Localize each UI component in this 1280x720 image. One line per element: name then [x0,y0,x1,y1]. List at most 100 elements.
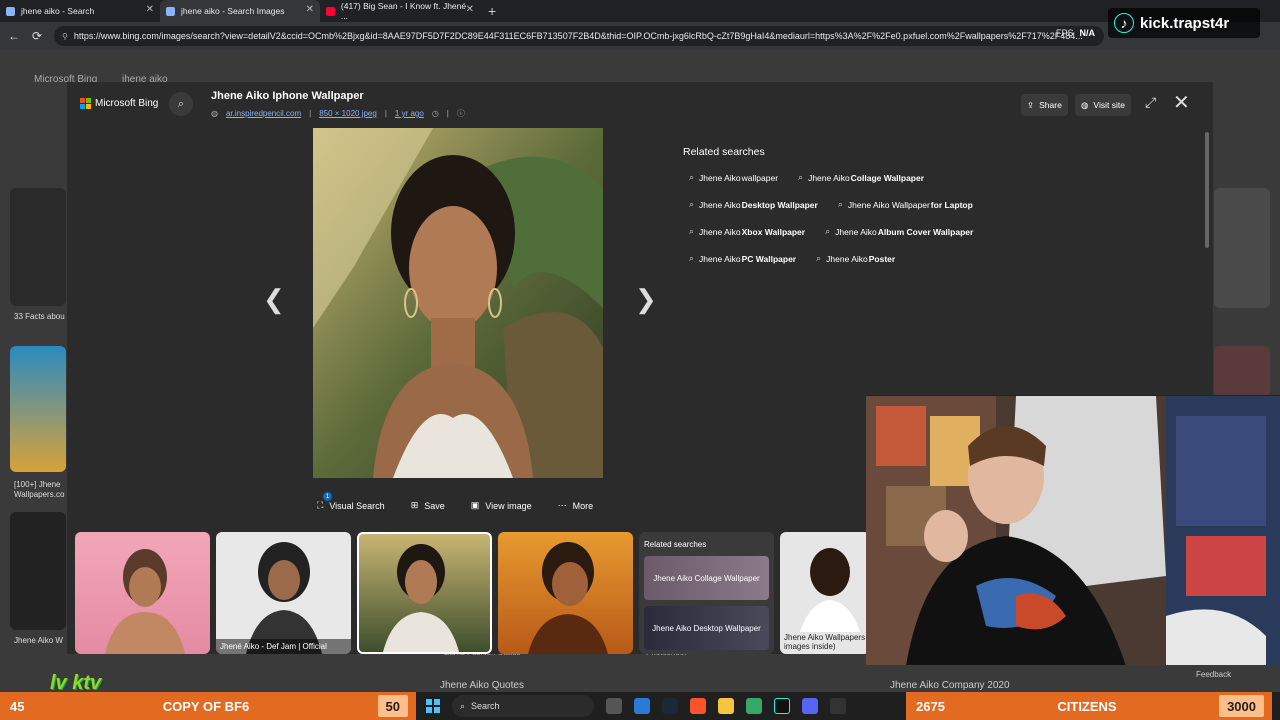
windows-start-icon[interactable] [426,699,440,713]
microsoft-logo-icon [80,98,91,109]
back-icon[interactable]: ← [5,27,23,45]
fps-value: N/A [1079,28,1096,38]
youtube-tab-icon [326,6,335,16]
image-dimensions[interactable]: 850 × 1020 jpeg [319,109,377,118]
info-icon[interactable]: ⓘ [457,108,465,119]
site-info-icon[interactable]: ⚲ [62,32,68,41]
share-label: Share [1039,100,1062,110]
obs-icon[interactable] [830,698,846,714]
more-button[interactable]: ⋯ More [558,500,594,511]
tiktok-icon[interactable] [774,698,790,714]
chip-text: wallpaper [741,172,779,183]
feedback-link[interactable]: Feedback [1196,670,1231,679]
tab-search[interactable]: jhene aiko - Search ✕ [0,0,160,22]
related-row: ⌕ Jhene Aiko wallpaper ⌕ Jhene Aiko Collag… [683,168,979,187]
scrollbar[interactable] [1205,132,1209,248]
expand-icon[interactable]: ⤢ [1145,94,1156,111]
search-icon: ⌕ [816,253,822,263]
goal-count: 2675 [916,698,945,714]
related-chip[interactable]: ⌕ Jhene Aiko Wallpaper for Laptop [831,195,979,214]
goal-count: 45 [10,698,25,714]
divider: | [384,109,387,118]
thumb-photo [383,544,459,652]
related-card-item[interactable]: Jhene Aiko Collage Wallpaper [644,556,769,600]
goal-target: 50 [377,695,408,717]
related-chip[interactable]: ⌕ Jhene Aiko Album Cover Wallpaper [819,222,980,241]
clock-icon: ◷ [431,109,439,118]
tab-youtube[interactable]: (417) Big Sean - I Know ft. Jhené ... ✕ [320,0,480,22]
related-chip[interactable]: ⌕ Jhene Aiko wallpaper [683,168,785,187]
brave-icon[interactable] [690,698,706,714]
taskbar-icons: ⌕ Search [426,694,846,718]
strip-thumb[interactable] [498,532,633,654]
visual-search-badge: 1 [323,492,332,501]
file-explorer-icon[interactable] [718,698,734,714]
related-searches-card: Related searches Jhene Aiko Collage Wall… [639,532,774,654]
related-chip[interactable]: ⌕ Jhene Aiko Desktop Wallpaper [683,195,824,214]
view-image-button[interactable]: ▣ View image [471,500,532,511]
search-icon: ⌕ [689,199,695,209]
taskbar-search[interactable]: ⌕ Search [452,695,594,717]
thumbnail-strip: Jhené Aiko - Def Jam | Official Related … [75,532,870,654]
url-field[interactable]: ⚲ https://www.bing.com/images/search?vie… [54,26,1104,46]
image-age[interactable]: 1 yr ago [395,109,424,118]
edge-icon[interactable] [746,698,762,714]
bg-caption: [100+] Jhene [14,480,61,489]
visual-search-label: Visual Search [329,500,385,511]
save-button[interactable]: ⊞ Save [411,500,445,511]
search-icon[interactable]: ⌕ [169,92,193,116]
related-chip[interactable]: ⌕ Jhene Aiko Xbox Wallpaper [683,222,812,241]
previous-arrow-icon[interactable]: ❮ [263,284,285,315]
related-chip[interactable]: ⌕ Jhene Aiko PC Wallpaper [683,249,803,268]
tab-images[interactable]: jhene aiko - Search Images ✕ [160,0,320,22]
view-image-label: View image [485,500,532,511]
strip-thumb[interactable] [75,532,210,654]
related-chip[interactable]: ⌕ Jhene Aiko Collage Wallpaper [792,168,931,187]
notepad-icon[interactable] [634,698,650,714]
bg-thumb [10,512,66,630]
strip-thumb[interactable]: Jhené Aiko - Def Jam | Official [216,532,351,654]
visit-site-button[interactable]: ◍ Visit site [1075,94,1131,116]
image-title[interactable]: Jhene Aiko Iphone Wallpaper [211,90,364,102]
webcam-feed [866,396,1280,665]
related-card-label: Jhene Aiko Desktop Wallpaper [652,623,761,633]
reload-icon[interactable]: ⟳ [28,27,46,45]
thumb-photo [528,542,608,654]
new-tab-icon[interactable]: + [488,3,496,19]
save-icon: ⊞ [410,500,419,510]
strip-thumb[interactable]: Jhene Aiko Wallpapers images inside) [780,532,870,654]
tab-title: jhene aiko - Search [21,6,95,16]
tab-title: jhene aiko - Search Images [181,6,285,16]
close-tab-icon[interactable]: ✕ [306,4,314,15]
bing-logo[interactable]: Microsoft Bing [80,98,158,109]
bing-tab-icon [6,6,15,16]
next-arrow-icon[interactable]: ❯ [635,284,657,315]
chip-text: Jhene Aiko Wallpaper [847,199,930,210]
related-row: ⌕ Jhene Aiko PC Wallpaper ⌕ Jhene Aiko Pos… [683,249,979,268]
task-view-icon[interactable] [606,698,622,714]
chip-bold: Xbox Wallpaper [741,226,806,237]
related-card-item[interactable]: Jhene Aiko Desktop Wallpaper [644,606,769,650]
close-icon[interactable]: ✕ [1173,90,1190,115]
chip-text: Jhene Aiko [835,226,877,237]
chip-text: Jhene Aiko [699,253,741,264]
visual-search-button[interactable]: ⛶ 1 Visual Search [317,492,385,511]
steam-icon[interactable] [662,698,678,714]
chip-bold: Collage Wallpaper [850,172,925,183]
search-icon: ⌕ [460,700,466,711]
close-tab-icon[interactable]: ✕ [146,4,154,15]
close-tab-icon[interactable]: ✕ [466,4,474,15]
share-button[interactable]: ⇪ Share [1021,94,1068,116]
chip-text: Jhene Aiko [699,172,741,183]
tab-title: (417) Big Sean - I Know ft. Jhené ... [340,1,467,21]
browser-tabbar: jhene aiko - Search ✕ jhene aiko - Searc… [0,0,1280,22]
related-chip[interactable]: ⌕ Jhene Aiko Poster [810,249,902,268]
discord-icon[interactable] [802,698,818,714]
visual-search-icon: ⛶ 1 [317,492,332,511]
strip-thumb-selected[interactable] [357,532,492,654]
source-link[interactable]: ar.inspiredpencil.com [226,109,301,118]
bg-caption: Jhene Aiko Quotes [440,680,524,691]
main-image[interactable] [313,128,603,478]
thumb-photo [246,542,322,654]
chip-bold: PC Wallpaper [741,253,797,264]
